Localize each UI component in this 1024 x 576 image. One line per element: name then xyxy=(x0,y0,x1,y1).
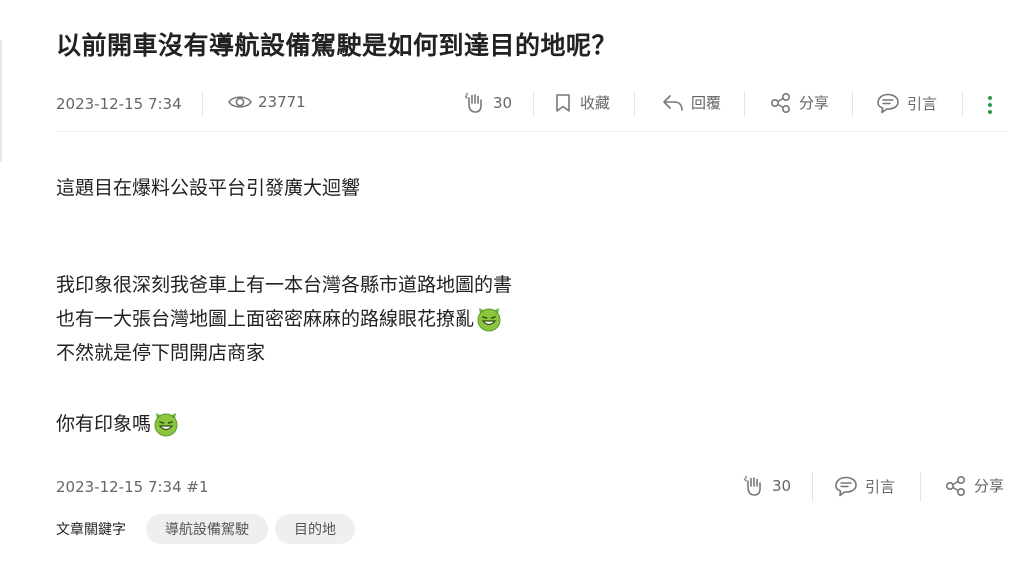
bookmark-button[interactable]: 收藏 xyxy=(553,92,610,113)
divider xyxy=(634,91,635,117)
quote-icon xyxy=(835,476,857,497)
like-count: 30 xyxy=(493,94,513,112)
view-count: 23771 xyxy=(228,93,306,111)
post-footer-bar: 2023-12-15 7:34 #1 30 引言 分享 xyxy=(56,472,1008,504)
content-line: 不然就是停下問開店商家 xyxy=(56,342,266,364)
footer-like-count: 30 xyxy=(772,477,792,495)
footer-quote-label: 引言 xyxy=(865,477,896,496)
view-count-value: 23771 xyxy=(258,93,306,111)
content-line-text: 也有一大張台灣地圖上面密密麻麻的路線眼花撩亂 xyxy=(56,308,475,330)
divider xyxy=(962,91,963,117)
share-button[interactable]: 分享 xyxy=(770,92,829,113)
share-label: 分享 xyxy=(799,94,830,112)
more-dot xyxy=(988,110,992,114)
content-line: 我印象很深刻我爸車上有一本台灣各縣市道路地圖的書 xyxy=(56,274,513,296)
divider xyxy=(744,91,745,117)
footer-quote-button[interactable]: 引言 xyxy=(834,475,895,497)
reply-icon xyxy=(663,94,683,111)
content-line-text: 你有印象嗎 xyxy=(56,413,152,435)
grinning-devil-emoji xyxy=(477,308,501,332)
quote-button[interactable]: 引言 xyxy=(876,92,937,114)
keywords-label: 文章關鍵字 xyxy=(56,522,126,538)
reply-button[interactable]: 回覆 xyxy=(662,92,721,113)
clap-icon xyxy=(464,92,482,113)
left-edge-rule xyxy=(0,40,2,162)
more-vertical-icon xyxy=(988,96,992,100)
more-dot xyxy=(988,103,992,107)
share-icon xyxy=(770,92,790,113)
footer-like-button[interactable]: 30 xyxy=(743,475,791,497)
keyword-tag-destination[interactable]: 目的地 xyxy=(275,514,355,544)
post-content: 這題目在爆料公設平台引發廣大迴響 我印象很深刻我爸車上有一本台灣各縣市道路地圖的… xyxy=(56,171,956,444)
content-line: 你有印象嗎 xyxy=(56,404,956,444)
footer-share-label: 分享 xyxy=(974,477,1005,495)
post-meta-bar: 2023-12-15 7:34 23771 30 收藏 回覆 分享 引言 xyxy=(56,88,1008,122)
floor-date: 2023-12-15 7:34 #1 xyxy=(56,478,209,496)
post-date: 2023-12-15 7:34 xyxy=(56,95,182,113)
content-line: 這題目在爆料公設平台引發廣大迴響 xyxy=(56,177,361,199)
bookmark-icon xyxy=(556,93,570,112)
header-divider xyxy=(56,131,1008,132)
reply-label: 回覆 xyxy=(691,94,722,112)
more-options-button[interactable] xyxy=(984,94,996,116)
divider xyxy=(533,91,534,117)
quote-label: 引言 xyxy=(907,94,938,113)
eye-icon xyxy=(228,96,252,108)
keyword-bar: 文章關鍵字 導航設備駕駛 目的地 xyxy=(56,512,362,546)
keyword-tag-navigation[interactable]: 導航設備駕駛 xyxy=(146,514,268,544)
grinning-devil-emoji xyxy=(154,413,178,437)
content-line: 也有一大張台灣地圖上面密密麻麻的路線眼花撩亂 xyxy=(56,302,956,336)
quote-icon xyxy=(877,93,899,114)
like-button[interactable]: 30 xyxy=(464,92,512,114)
divider xyxy=(852,91,853,117)
share-icon xyxy=(945,475,965,496)
divider xyxy=(920,472,921,502)
post-title: 以前開車沒有導航設備駕駛是如何到達目的地呢？ xyxy=(56,31,618,60)
divider xyxy=(812,472,813,502)
clap-icon xyxy=(743,475,761,496)
divider xyxy=(202,91,203,117)
footer-share-button[interactable]: 分享 xyxy=(945,475,1004,496)
bookmark-label: 收藏 xyxy=(580,94,611,112)
